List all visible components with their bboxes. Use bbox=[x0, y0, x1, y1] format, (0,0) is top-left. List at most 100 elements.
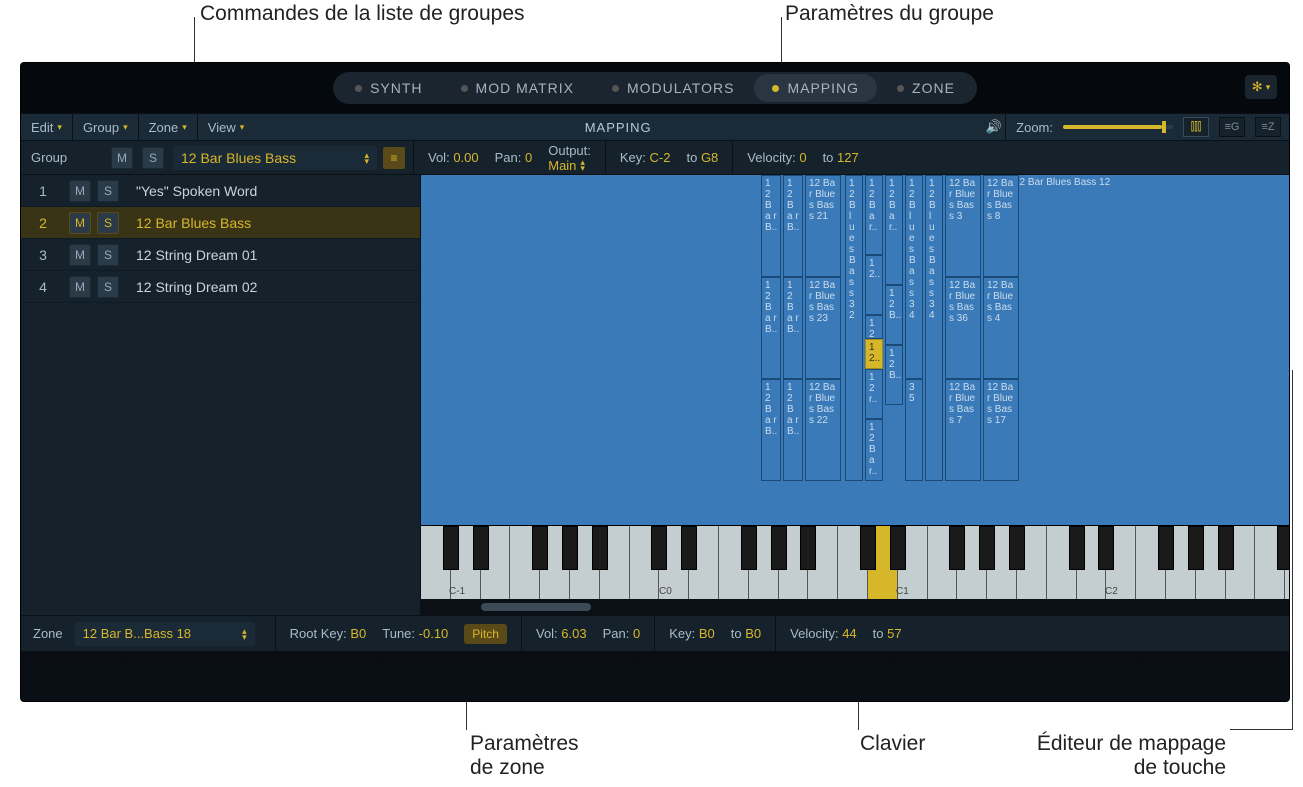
zone-block[interactable]: 12 Bar Blues Bass 36 bbox=[945, 277, 981, 379]
black-key[interactable] bbox=[771, 526, 787, 570]
black-key[interactable] bbox=[860, 526, 876, 570]
zone-block[interactable]: 1 2 r.. bbox=[865, 315, 883, 339]
group-row-1[interactable]: 1 MS "Yes" Spoken Word bbox=[21, 175, 420, 207]
mute-button[interactable]: M bbox=[69, 276, 91, 298]
zone-block[interactable]: 12 Bar Blues Bass 21 bbox=[805, 175, 841, 277]
solo-button[interactable]: S bbox=[97, 276, 119, 298]
zone-block[interactable]: 1 2 r.. bbox=[865, 369, 883, 419]
zone-tune-value[interactable]: -0.10 bbox=[419, 626, 449, 641]
zones-area[interactable]: 12 Bar Blues Bass 12 1 2 B a r B.. 1 2 B… bbox=[421, 175, 1289, 525]
solo-button[interactable]: S bbox=[97, 180, 119, 202]
tab-mapping[interactable]: MAPPING bbox=[754, 74, 877, 102]
keyboard-scrollbar[interactable] bbox=[421, 599, 1289, 615]
group-mute-button[interactable]: M bbox=[111, 147, 133, 169]
scrollbar-thumb[interactable] bbox=[481, 603, 591, 611]
menu-zone[interactable]: Zone▾ bbox=[139, 114, 198, 140]
menu-group[interactable]: Group▾ bbox=[73, 114, 139, 140]
zone-block[interactable]: 1 2 B a r.. bbox=[865, 419, 883, 481]
black-key[interactable] bbox=[562, 526, 578, 570]
black-key[interactable] bbox=[592, 526, 608, 570]
zone-block[interactable]: 12 Bar Blues Bass 7 bbox=[945, 379, 981, 481]
black-key[interactable] bbox=[1009, 526, 1025, 570]
zone-block[interactable]: 1 2 B.. bbox=[885, 285, 903, 345]
group-row-2[interactable]: 2 MS 12 Bar Blues Bass bbox=[21, 207, 420, 239]
black-key[interactable] bbox=[890, 526, 906, 570]
zone-vel-to[interactable]: 57 bbox=[887, 626, 901, 641]
zone-root-value[interactable]: B0 bbox=[350, 626, 366, 641]
black-key[interactable] bbox=[949, 526, 965, 570]
group-pan-value[interactable]: 0 bbox=[525, 150, 532, 165]
black-key[interactable] bbox=[473, 526, 489, 570]
zone-block[interactable]: 1 2 B a r B.. bbox=[761, 379, 781, 481]
black-key[interactable] bbox=[741, 526, 757, 570]
group-row-4[interactable]: 4 MS 12 String Dream 02 bbox=[21, 271, 420, 303]
zone-key-to[interactable]: B0 bbox=[745, 626, 761, 641]
zone-block[interactable]: 12 Bar Blues Bass 4 bbox=[983, 277, 1019, 379]
keyboard[interactable]: C-1C0C1C2 bbox=[421, 525, 1289, 599]
group-list-toggle[interactable]: ≡ bbox=[383, 147, 405, 169]
zone-block[interactable]: 1 2 B.. bbox=[885, 345, 903, 405]
black-key[interactable] bbox=[1069, 526, 1085, 570]
settings-button[interactable]: ✻▾ bbox=[1245, 75, 1277, 99]
zone-block[interactable]: 12 Bar Blues Bass 8 bbox=[983, 175, 1019, 277]
black-key[interactable] bbox=[1218, 526, 1234, 570]
zone-block[interactable]: 1 2 B a r B.. bbox=[783, 379, 803, 481]
view-zone-list-button[interactable]: ≡Z bbox=[1255, 117, 1281, 137]
group-row-3[interactable]: 3 MS 12 String Dream 01 bbox=[21, 239, 420, 271]
audition-button[interactable]: 🔊 bbox=[982, 114, 1006, 140]
zone-block[interactable]: 3 5 bbox=[905, 379, 923, 481]
zone-block[interactable]: 1 2 B a r B.. bbox=[761, 277, 781, 379]
group-key-to[interactable]: G8 bbox=[701, 150, 718, 165]
black-key[interactable] bbox=[532, 526, 548, 570]
zone-name-select[interactable]: 12 Bar B...Bass 18 ▴▾ bbox=[75, 622, 255, 646]
menu-edit[interactable]: Edit▾ bbox=[21, 114, 73, 140]
black-key[interactable] bbox=[1188, 526, 1204, 570]
zone-pan-value[interactable]: 0 bbox=[633, 626, 640, 641]
view-group-list-button[interactable]: ≡G bbox=[1219, 117, 1245, 137]
zone-key-from[interactable]: B0 bbox=[699, 626, 715, 641]
black-key[interactable] bbox=[1158, 526, 1174, 570]
black-key[interactable] bbox=[651, 526, 667, 570]
zone-vol-value[interactable]: 6.03 bbox=[561, 626, 586, 641]
tab-mod-matrix[interactable]: MOD MATRIX bbox=[443, 74, 592, 102]
solo-button[interactable]: S bbox=[97, 244, 119, 266]
zone-vel-from[interactable]: 44 bbox=[842, 626, 856, 641]
zone-block[interactable]: 1 2.. bbox=[865, 255, 883, 315]
group-vol-value[interactable]: 0.00 bbox=[453, 150, 478, 165]
black-key[interactable] bbox=[1277, 526, 1289, 570]
zone-block[interactable]: 1 2 B l u e s B a s s 3 4 bbox=[925, 175, 943, 481]
zone-block-selected[interactable]: 1 2.. bbox=[865, 339, 883, 369]
zone-block[interactable]: 12 Bar Blues Bass 12 bbox=[1011, 175, 1289, 277]
tab-modulators[interactable]: MODULATORS bbox=[594, 74, 753, 102]
zone-block[interactable]: 12 Bar Blues Bass 3 bbox=[945, 175, 981, 277]
zone-pitch-button[interactable]: Pitch bbox=[464, 624, 507, 644]
mute-button[interactable]: M bbox=[69, 180, 91, 202]
black-key[interactable] bbox=[443, 526, 459, 570]
menu-view[interactable]: View▾ bbox=[198, 114, 254, 140]
group-output-select[interactable]: Main▴▾ bbox=[548, 158, 591, 173]
zone-block[interactable]: 1 2 B a r B.. bbox=[783, 277, 803, 379]
mute-button[interactable]: M bbox=[69, 212, 91, 234]
black-key[interactable] bbox=[681, 526, 697, 570]
zone-block[interactable]: 12 Bar Blues Bass 17 bbox=[983, 379, 1019, 481]
zone-block[interactable]: 1 2 B a r.. bbox=[885, 175, 903, 285]
zone-block[interactable]: 1 2 B a r.. bbox=[865, 175, 883, 255]
group-vel-from[interactable]: 0 bbox=[799, 150, 806, 165]
zone-block[interactable]: 1 2 B a r B.. bbox=[761, 175, 781, 277]
zone-block[interactable]: 12 Bar Blues Bass 22 bbox=[805, 379, 841, 481]
mute-button[interactable]: M bbox=[69, 244, 91, 266]
zoom-slider[interactable] bbox=[1063, 125, 1173, 129]
group-key-from[interactable]: C-2 bbox=[650, 150, 671, 165]
tab-synth[interactable]: SYNTH bbox=[337, 74, 440, 102]
zone-block[interactable]: 1 2 B l u e s B a s s 3 4 bbox=[905, 175, 923, 379]
group-solo-button[interactable]: S bbox=[142, 147, 164, 169]
zone-block[interactable]: 12 Bar Blues Bass 23 bbox=[805, 277, 841, 379]
zone-block[interactable]: 1 2 B l u e s B a s s 3 2 bbox=[845, 175, 863, 481]
group-vel-to[interactable]: 127 bbox=[837, 150, 859, 165]
tab-zone[interactable]: ZONE bbox=[879, 74, 973, 102]
solo-button[interactable]: S bbox=[97, 212, 119, 234]
view-keymap-button[interactable]: ⫿⫿⫿ bbox=[1183, 117, 1209, 137]
black-key[interactable] bbox=[979, 526, 995, 570]
group-name-select[interactable]: 12 Bar Blues Bass ▴▾ bbox=[173, 146, 377, 170]
zone-block[interactable]: 1 2 B a r B.. bbox=[783, 175, 803, 277]
